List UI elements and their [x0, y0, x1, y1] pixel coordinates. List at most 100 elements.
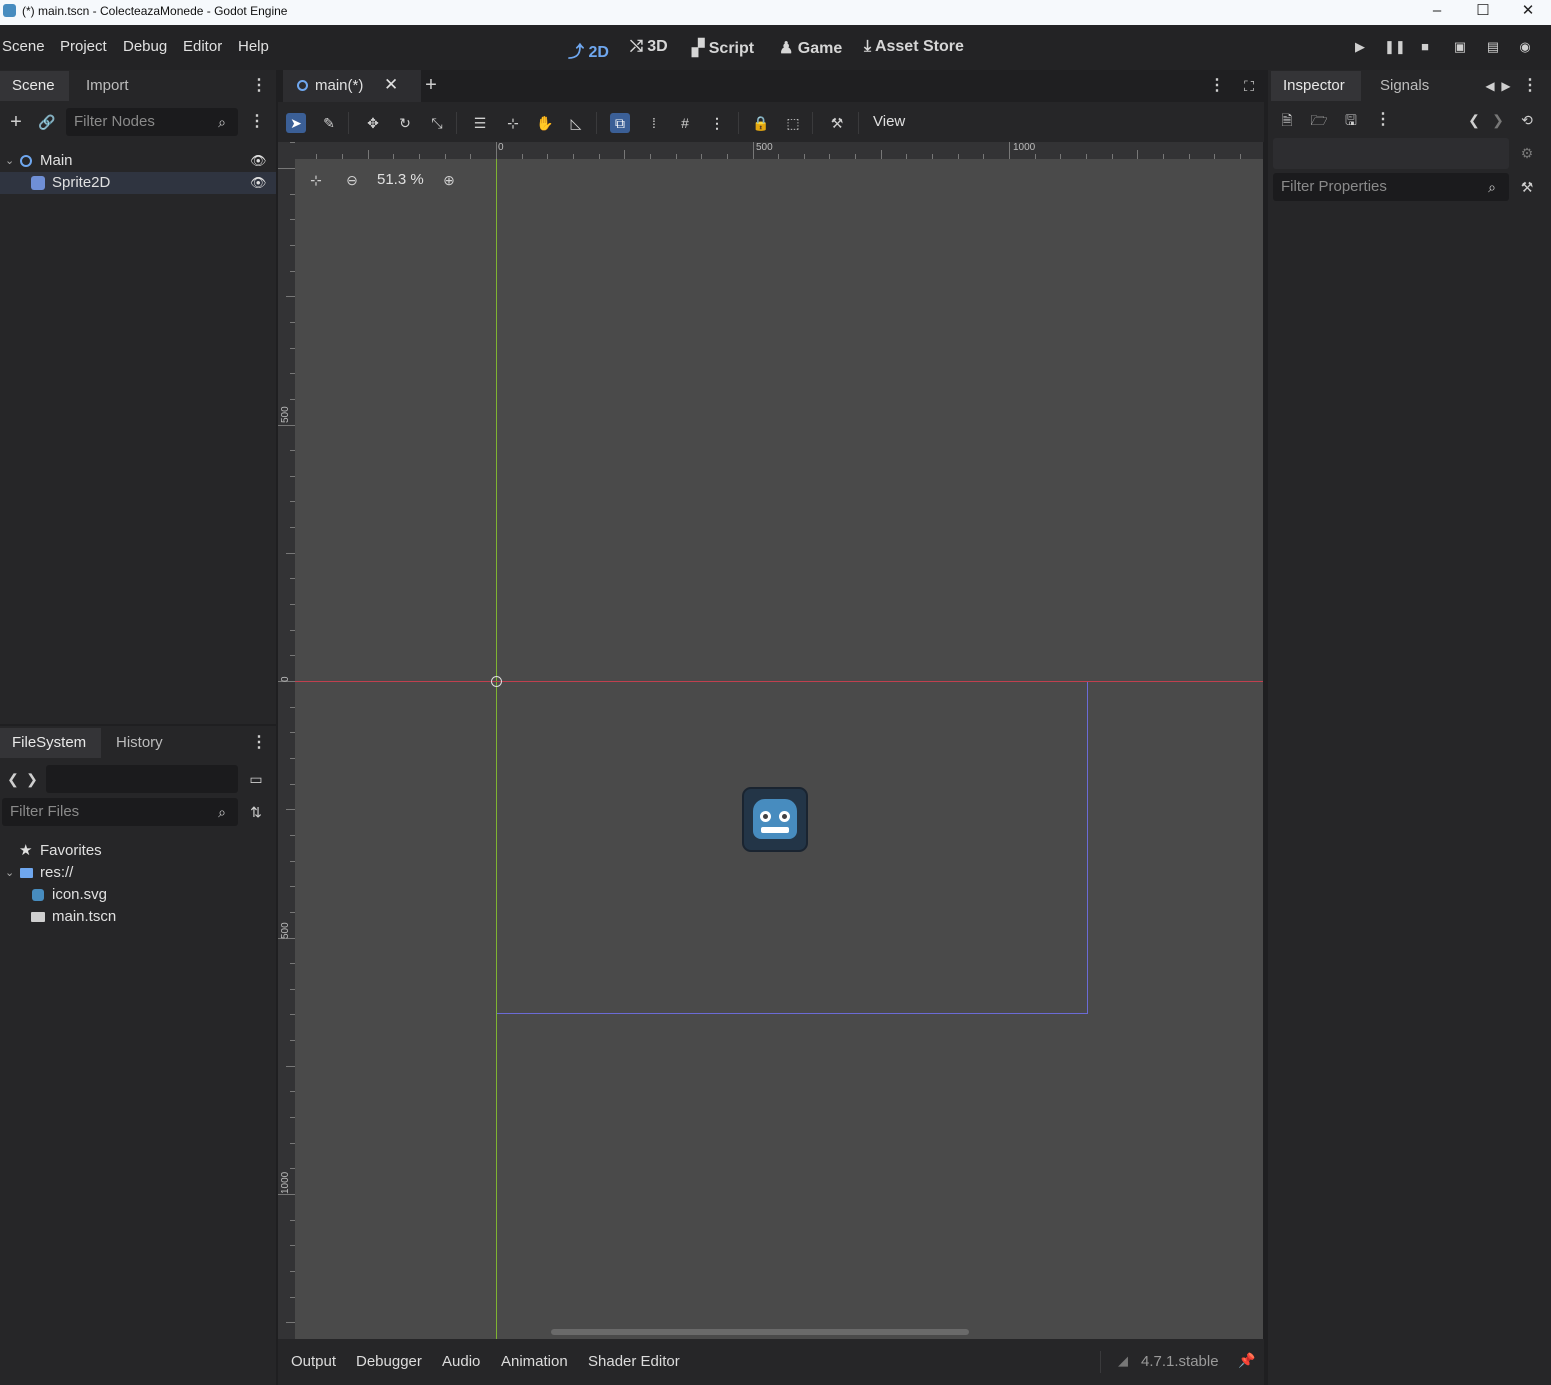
lock-icon[interactable]: 🔒	[751, 113, 771, 133]
workspace-2d[interactable]: ⤴ 2D	[568, 38, 609, 62]
filesystem-menu-icon[interactable]: ⋮	[250, 734, 268, 752]
snap-options-icon[interactable]: ⋮	[707, 113, 727, 133]
horizontal-scrollbar[interactable]	[551, 1329, 969, 1335]
pivot-mode-icon[interactable]: ⊹	[503, 113, 523, 133]
distraction-free-icon[interactable]: ⛶	[1240, 77, 1258, 95]
history-list-icon[interactable]: ⟲	[1518, 111, 1536, 129]
ruler-mode-icon[interactable]: ◺	[566, 113, 586, 133]
movie-maker-icon[interactable]: ◉	[1517, 39, 1533, 55]
fs-file-icon-svg[interactable]: icon.svg	[0, 884, 276, 906]
menu-editor[interactable]: Editor	[183, 38, 222, 55]
visibility-eye-icon[interactable]: 👁	[250, 150, 267, 172]
menu-debug[interactable]: Debug	[123, 38, 167, 55]
tab-history[interactable]: History	[104, 728, 175, 758]
tab-audio[interactable]: Audio	[442, 1353, 480, 1370]
play-custom-scene-icon[interactable]: ▤	[1485, 39, 1501, 55]
tab-filesystem[interactable]: FileSystem	[0, 728, 101, 758]
grid-snap-icon[interactable]: ⁞	[644, 113, 664, 133]
back-icon[interactable]: ❮	[4, 770, 22, 788]
zoom-in-icon[interactable]: ⊕	[440, 171, 458, 189]
minimize-button[interactable]: –	[1414, 0, 1460, 25]
tab-scene[interactable]: Scene	[0, 71, 69, 101]
zoom-level[interactable]: 51.3 %	[377, 171, 424, 188]
visibility-eye-icon[interactable]: 👁	[250, 172, 267, 194]
ruler-tick	[1009, 142, 1010, 159]
scene-dock-menu-icon[interactable]: ⋮	[250, 77, 268, 95]
add-node-icon[interactable]: +	[7, 112, 25, 132]
menu-scene[interactable]: Scene	[2, 38, 45, 55]
snap-toggle-icon[interactable]: ⧉	[610, 113, 630, 133]
path-field[interactable]	[46, 765, 238, 793]
chevron-down-icon[interactable]: ⌄	[5, 150, 14, 172]
tab-output[interactable]: Output	[291, 1353, 336, 1370]
save-resource-icon[interactable]: 🖫	[1342, 111, 1360, 129]
tools-icon[interactable]: ⚒	[1518, 178, 1536, 196]
fs-file-main-tscn[interactable]: main.tscn	[0, 906, 276, 928]
fs-res-folder[interactable]: ⌄ res://	[0, 862, 276, 884]
inspector-menu-icon[interactable]: ⋮	[1521, 77, 1539, 95]
fs-favorites[interactable]: ★ Favorites	[0, 840, 276, 862]
workspace-game[interactable]: ♟ Game	[779, 38, 842, 58]
scene-tabs-menu-icon[interactable]: ⋮	[1208, 77, 1226, 95]
resource-menu-icon[interactable]: ⋮	[1374, 111, 1392, 129]
filter-files-input[interactable]: Filter Files	[2, 798, 238, 826]
center-view-icon[interactable]: ⊹	[307, 171, 325, 189]
maximize-button[interactable]: ☐	[1460, 0, 1506, 25]
pin-icon[interactable]: 📌	[1238, 1352, 1255, 1369]
tab-shader-editor[interactable]: Shader Editor	[588, 1353, 680, 1370]
close-icon[interactable]: ✕	[384, 75, 398, 95]
open-resource-icon[interactable]: 🗁	[1310, 111, 1328, 129]
tree-node-main[interactable]: ⌄ Main 👁	[0, 150, 276, 172]
paint-mode-icon[interactable]: ✎	[319, 113, 339, 133]
toolbar-separator	[812, 112, 813, 134]
canvas-viewport[interactable]: ⊹ ⊖ 51.3 % ⊕	[295, 159, 1263, 1339]
filter-properties-input[interactable]: Filter Properties	[1273, 173, 1509, 201]
move-mode-icon[interactable]: ✥	[363, 113, 383, 133]
ruler-v-label: 500	[280, 406, 291, 423]
skeleton-icon[interactable]: ⚒	[827, 113, 847, 133]
tree-node-sprite2d[interactable]: Sprite2D 👁	[0, 172, 276, 194]
history-back-icon[interactable]: ❮	[1465, 111, 1483, 129]
dock-move-right-icon[interactable]: ▶	[1497, 77, 1515, 95]
ruler-tick	[367, 150, 369, 159]
pause-icon[interactable]: ❚❚	[1384, 39, 1406, 55]
rotate-mode-icon[interactable]: ↻	[395, 113, 415, 133]
zoom-out-icon[interactable]: ⊖	[343, 171, 361, 189]
tab-debugger[interactable]: Debugger	[356, 1353, 422, 1370]
object-selector[interactable]	[1273, 138, 1509, 169]
instance-scene-icon[interactable]: 🔗	[38, 113, 56, 131]
new-scene-tab-icon[interactable]: +	[422, 75, 440, 95]
grid-icon[interactable]: #	[675, 113, 695, 133]
group-icon[interactable]: ⬚	[783, 113, 803, 133]
new-resource-icon[interactable]: 🗎	[1278, 111, 1296, 129]
menu-project[interactable]: Project	[60, 38, 107, 55]
workspace-3d[interactable]: ⤭ 3D	[630, 38, 668, 56]
sprite2d-icon	[31, 176, 45, 190]
sprite2d-godot-icon[interactable]	[742, 787, 808, 852]
close-window-button[interactable]: ✕	[1505, 0, 1551, 25]
play-icon[interactable]: ▶	[1352, 39, 1368, 55]
workspace-script[interactable]: ▞ Script	[692, 38, 754, 58]
tab-signals[interactable]: Signals	[1368, 71, 1441, 101]
scene-tab-main[interactable]: main(*) ✕	[283, 70, 421, 102]
workspace-asset-store[interactable]: ⤓ Asset Store	[864, 38, 964, 56]
object-menu-icon[interactable]: ⚙	[1518, 144, 1536, 162]
sort-icon[interactable]: ⇅	[247, 803, 265, 821]
play-scene-icon[interactable]: ▣	[1452, 39, 1468, 55]
scene-options-icon[interactable]: ⋮	[248, 113, 266, 131]
tab-inspector[interactable]: Inspector	[1271, 71, 1361, 101]
history-forward-icon[interactable]: ❯	[1489, 111, 1507, 129]
version-label[interactable]: 4.7.1.stable	[1141, 1353, 1219, 1370]
forward-icon[interactable]: ❯	[23, 770, 41, 788]
menu-help[interactable]: Help	[238, 38, 269, 55]
split-view-icon[interactable]: ▭	[247, 770, 265, 788]
tab-import[interactable]: Import	[74, 71, 141, 101]
scale-mode-icon[interactable]: ⤡	[427, 113, 447, 133]
pan-mode-icon[interactable]: ✋	[535, 113, 555, 133]
select-mode-icon[interactable]: ➤	[286, 113, 306, 133]
view-menu-button[interactable]: View	[873, 113, 905, 130]
chevron-down-icon[interactable]: ⌄	[5, 862, 14, 884]
stop-icon[interactable]: ■	[1417, 39, 1433, 55]
list-select-icon[interactable]: ☰	[470, 113, 490, 133]
tab-animation[interactable]: Animation	[501, 1353, 568, 1370]
